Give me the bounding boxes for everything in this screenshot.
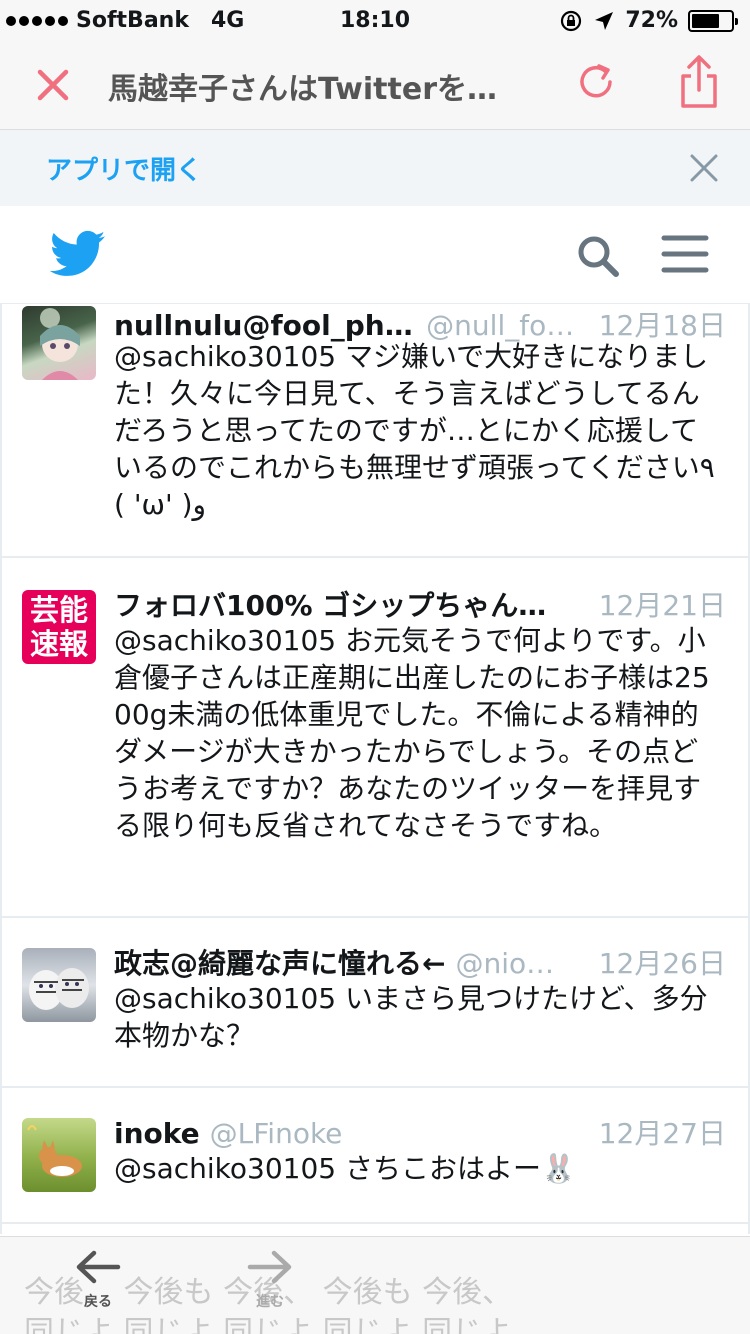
battery-icon: [688, 9, 738, 32]
back-button[interactable]: 戻る: [68, 1249, 128, 1311]
tweet-date[interactable]: 12月21日: [583, 584, 726, 624]
tweet-text: @sachiko30105 さちこおはよー🐰: [114, 1152, 576, 1185]
battery-percent: 72%: [625, 8, 678, 33]
open-in-app-link[interactable]: アプリで開く: [46, 150, 202, 187]
banner-close-icon[interactable]: [686, 150, 722, 186]
tweet-author-name[interactable]: inoke: [114, 1117, 200, 1150]
forward-button[interactable]: 進む: [240, 1249, 300, 1311]
hamburger-menu-icon[interactable]: [660, 232, 710, 276]
tweet-item[interactable]: 政志@綺麗な声に憧れる← @nio… 12月26日 @sachiko30105 …: [2, 918, 748, 1086]
tweet-item[interactable]: 芸能速報 フォロバ100% ゴシップちゃん… 12月21日 @sachiko30…: [2, 558, 748, 916]
reply-feed: nullnulu@fool_phool @null_foo… 12月18日 @s…: [0, 304, 750, 1234]
back-label: 戻る: [84, 1294, 112, 1310]
status-bar: SoftBank 4G 18:10 72%: [0, 0, 750, 40]
tweet-author-name[interactable]: 政志@綺麗な声に憧れる←: [114, 942, 445, 982]
browser-toolbar: 今後、 今後も 今後、 今後も 今後、 同じよ 同じよ 同じよ 同じよ 同じよ …: [0, 1236, 750, 1334]
tweet-item[interactable]: inoke @LFinoke 12月27日 @sachiko30105 さちこお…: [2, 1088, 748, 1222]
tweet-author-handle[interactable]: @nio…: [455, 947, 554, 980]
browser-header: 馬越幸子さんはTwitterを…: [0, 40, 750, 130]
tweet-date[interactable]: 12月27日: [583, 1112, 726, 1152]
tweet-item[interactable]: [2, 1224, 748, 1234]
tweet-text: @sachiko30105 お元気そうで何よりです。小倉優子さんは正産期に出産し…: [114, 624, 710, 842]
avatar[interactable]: 芸能速報: [22, 590, 96, 664]
rotation-lock-icon: [561, 10, 582, 31]
tweet-author-handle[interactable]: @LFinoke: [210, 1117, 343, 1150]
battery-fill: [692, 13, 720, 28]
reload-icon[interactable]: [574, 60, 620, 106]
tweet-author-name[interactable]: フォロバ100% ゴシップちゃん…: [114, 584, 546, 624]
page-title: 馬越幸子さんはTwitterを…: [108, 72, 497, 107]
share-icon[interactable]: [674, 54, 724, 110]
avatar[interactable]: [22, 306, 96, 380]
forward-label: 進む: [256, 1294, 284, 1310]
status-right: 72%: [559, 8, 738, 33]
twitter-navbar: [0, 206, 750, 304]
location-arrow-icon: [595, 11, 614, 30]
twitter-bird-icon[interactable]: [50, 230, 106, 278]
tweet-item[interactable]: nullnulu@fool_phool @null_foo… 12月18日 @s…: [2, 304, 748, 556]
tweet-date[interactable]: 12月26日: [583, 942, 726, 982]
tweet-text: @sachiko30105 マジ嫌いで大好きになりました！久々に今日見て、そう言…: [114, 340, 715, 521]
forward-arrow-icon: [247, 1250, 292, 1284]
avatar[interactable]: [22, 948, 96, 1022]
back-arrow-icon: [76, 1250, 121, 1284]
tweet-text: @sachiko30105 いまさら見つけたけど、多分本物かな？: [114, 982, 708, 1052]
app-banner: アプリで開く: [0, 130, 750, 206]
avatar[interactable]: [22, 1118, 96, 1192]
avatar-label: 芸能速報: [29, 593, 88, 661]
close-icon[interactable]: [30, 62, 76, 108]
search-icon[interactable]: [574, 232, 622, 280]
